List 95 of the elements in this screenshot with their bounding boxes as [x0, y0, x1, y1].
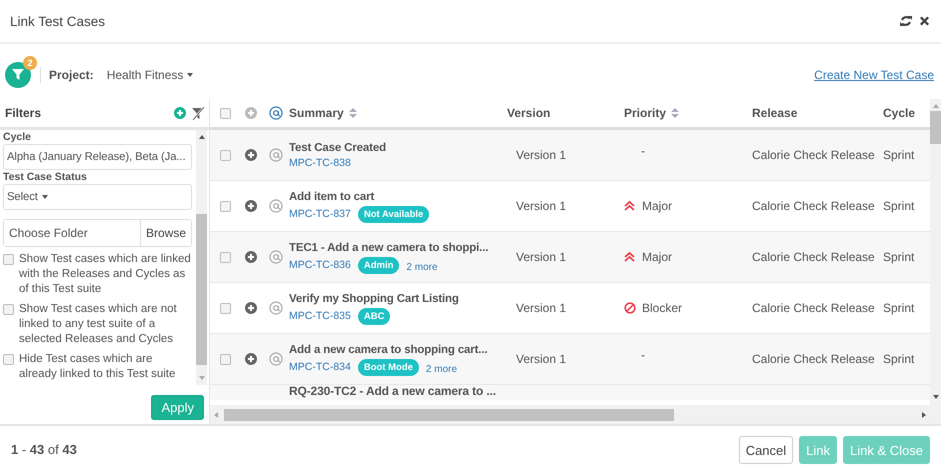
more-tags-link[interactable]: 2 more: [426, 364, 458, 374]
test-case-summary: Add a new camera to shopping cart...: [289, 344, 488, 356]
add-filter-icon[interactable]: [174, 107, 186, 119]
add-icon[interactable]: [245, 251, 257, 263]
tag: Admin: [358, 256, 400, 274]
field-label: Cycle: [3, 131, 32, 143]
create-test-case-link[interactable]: Create New Test Case: [814, 68, 934, 82]
horizontal-scrollbar[interactable]: [210, 405, 930, 424]
version-cell-text: Version 1: [515, 301, 568, 315]
filter-icon: [12, 69, 24, 80]
field-label: Test Case Status: [3, 171, 88, 183]
add-icon[interactable]: [245, 149, 257, 161]
pagination-text: 1 - 43 of 43: [11, 442, 78, 457]
checkbox[interactable]: [220, 302, 230, 314]
priority-label: -: [641, 348, 645, 362]
double-chevron-up-icon: [624, 251, 636, 263]
release-cell-text: Calorie Check Release: [752, 250, 876, 264]
filter-option-label: Hide Test cases which are already linked to this Test suite: [19, 352, 176, 382]
folder-field[interactable]: Choose Folder Browse: [3, 219, 192, 247]
vertical-scrollbar[interactable]: [930, 99, 941, 424]
tag: Not Available: [358, 206, 430, 222]
priority-label: Major: [642, 250, 672, 264]
priority-label: -: [641, 144, 645, 158]
filter-option-label: Show Test cases which are linked with the Releases and Cycles as of this Test suite: [19, 252, 192, 297]
sort-icon: [348, 108, 357, 118]
release-cell-text: Calorie Check Release: [752, 301, 876, 315]
double-chevron-up-icon: [624, 200, 636, 212]
status-dropdown[interactable]: Select: [3, 184, 192, 210]
project-label: Project:: [49, 68, 94, 82]
test-case-summary: Add item to cart: [289, 190, 376, 202]
add-icon[interactable]: [245, 353, 257, 365]
test-case-id[interactable]: MPC-TC-836: [289, 259, 351, 271]
release-cell-text: Calorie Check Release: [752, 199, 876, 213]
cycle-cell-text: Sprint: [883, 250, 916, 264]
tag: ABC: [358, 308, 390, 324]
release-cell-text: Calorie Check Release: [752, 352, 876, 366]
test-case-id[interactable]: MPC-TC-838: [289, 157, 351, 169]
sort-icon: [671, 108, 680, 118]
test-case-summary: Test Case Created: [289, 142, 387, 154]
at-sign-icon: [268, 301, 282, 315]
test-case-summary: Verify my Shopping Cart Listing: [289, 292, 460, 304]
checkbox[interactable]: [220, 150, 230, 160]
project-dropdown[interactable]: Health Fitness: [106, 68, 194, 82]
cancel-button[interactable]: Cancel: [738, 436, 794, 464]
column-header: Cycle: [883, 106, 916, 120]
apply-button[interactable]: Apply: [151, 395, 204, 420]
blocked-icon: [624, 302, 636, 314]
test-case-summary: RQ-230-TC2 - Add a new camera to ...: [289, 385, 496, 398]
filter-count-badge: 2: [23, 56, 37, 70]
filter-option-label: Show Test cases which are not linked to any test suite of a selected Releases and Cycles: [19, 302, 178, 347]
column-header: Release: [752, 106, 798, 120]
checkbox[interactable]: [3, 354, 14, 365]
cycle-field[interactable]: Alpha (January Release), Beta (Ja...: [3, 144, 192, 170]
tag: Boot Mode: [358, 358, 419, 376]
add-icon[interactable]: [245, 200, 257, 212]
priority-label: Major: [642, 199, 672, 213]
plus-circle-icon: [245, 107, 257, 119]
cycle-cell-text: Sprint: [883, 199, 916, 213]
more-tags-link[interactable]: 2 more: [406, 262, 438, 272]
test-case-id[interactable]: MPC-TC-837: [289, 208, 351, 220]
column-header[interactable]: Priority: [624, 106, 752, 120]
column-header: Version: [507, 106, 552, 120]
at-sign-icon: [268, 148, 282, 162]
clear-filter-icon[interactable]: [192, 106, 204, 120]
version-cell-text: Version 1: [515, 199, 568, 213]
version-cell-text: Version 1: [515, 148, 568, 162]
checkbox[interactable]: [220, 354, 230, 364]
checkbox[interactable]: [3, 254, 14, 265]
select-all-checkbox[interactable]: [220, 108, 230, 118]
filter-panel-scrollbar[interactable]: [196, 130, 207, 385]
cycle-cell-text: Sprint: [883, 301, 916, 315]
release-cell-text: Calorie Check Release: [752, 148, 876, 162]
checkbox[interactable]: [220, 200, 230, 212]
test-case-id[interactable]: MPC-TC-834: [289, 361, 351, 373]
dialog-title: Link Test Cases: [10, 14, 106, 28]
version-cell-text: Version 1: [515, 250, 568, 264]
at-sign-icon: [268, 352, 282, 366]
close-icon[interactable]: [919, 15, 930, 27]
test-case-summary: TEC1 - Add a new camera to shoppi...: [289, 242, 490, 254]
checkbox[interactable]: [3, 304, 14, 315]
browse-button[interactable]: Browse: [140, 220, 191, 246]
refresh-icon[interactable]: [900, 15, 912, 27]
add-icon[interactable]: [245, 302, 257, 314]
column-header[interactable]: Summary: [289, 106, 507, 120]
checkbox[interactable]: [220, 252, 230, 262]
at-sign-icon: [268, 199, 282, 213]
version-cell-text: Version 1: [515, 352, 568, 366]
filters-title: Filters: [5, 106, 42, 120]
test-case-id[interactable]: MPC-TC-835: [289, 310, 351, 322]
cycle-cell-text: Sprint: [883, 148, 916, 162]
cycle-cell-text: Sprint: [883, 352, 916, 366]
priority-label: Blocker: [642, 301, 682, 315]
at-sign-icon: [268, 106, 282, 120]
filter-button[interactable]: [5, 62, 31, 88]
at-sign-icon: [268, 250, 282, 264]
